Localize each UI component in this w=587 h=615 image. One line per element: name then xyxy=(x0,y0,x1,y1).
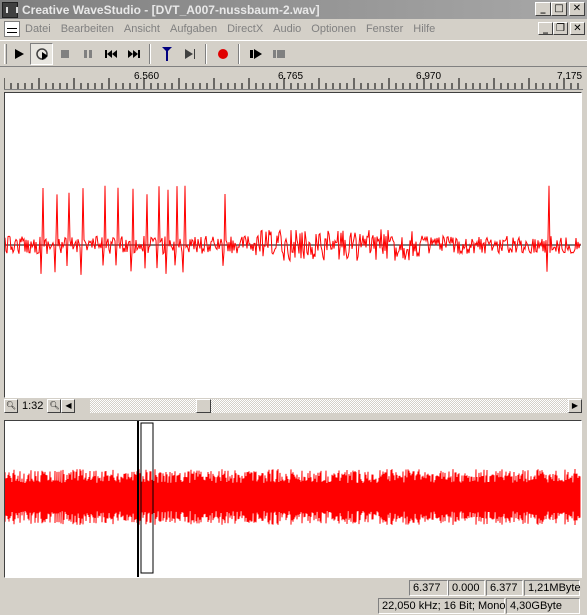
arrow-right-icon: ▶ xyxy=(571,401,579,410)
menu-audio[interactable]: Audio xyxy=(268,23,306,35)
minimize-icon: _ xyxy=(543,22,548,34)
app-icon[interactable] xyxy=(2,1,18,18)
ruler-label: 6.970 xyxy=(416,71,442,82)
maximize-icon: □ xyxy=(554,3,564,14)
status-disk-free: 4,30GByte xyxy=(506,598,580,614)
stop-button[interactable] xyxy=(53,43,76,65)
skip-forward-button[interactable] xyxy=(122,43,145,65)
transport-toolbar xyxy=(0,40,587,67)
close-icon: ✕ xyxy=(573,22,582,34)
stop-selection-button[interactable] xyxy=(267,43,290,65)
waveform-main xyxy=(4,185,581,275)
title-bar[interactable]: Creative WaveStudio - [DVT_A007-nussbaum… xyxy=(0,0,587,19)
menu-directx[interactable]: DirectX xyxy=(222,23,268,35)
minimize-icon: _ xyxy=(540,3,546,14)
magnifier-icon: 🔍︎ xyxy=(5,401,17,410)
menu-bearbeiten[interactable]: Bearbeiten xyxy=(56,23,119,35)
overview-trace xyxy=(4,468,581,526)
stop-selection-icon xyxy=(272,49,285,58)
loop-play-button[interactable] xyxy=(30,42,53,65)
status-position: 6.377 xyxy=(409,580,448,596)
ruler-label: 6.560 xyxy=(134,71,160,82)
pause-button[interactable] xyxy=(76,43,99,65)
scroll-right-button[interactable]: ▶ xyxy=(568,399,582,413)
toolbar-separator xyxy=(205,43,207,64)
menu-hilfe[interactable]: Hilfe xyxy=(408,23,440,35)
stop-icon xyxy=(60,49,69,58)
restore-icon: ❐ xyxy=(556,22,565,34)
menu-ansicht[interactable]: Ansicht xyxy=(119,23,165,35)
record-icon xyxy=(217,48,228,59)
skip-forward-icon xyxy=(127,49,140,58)
menu-datei[interactable]: Datei xyxy=(20,23,56,35)
play-icon xyxy=(14,48,24,59)
waveform-main-view[interactable] xyxy=(4,92,582,398)
marker-button[interactable] xyxy=(155,43,178,65)
play-selection-button[interactable] xyxy=(244,43,267,65)
skip-back-button[interactable] xyxy=(99,43,122,65)
menu-bar: Datei Bearbeiten Ansicht Aufgaben Direct… xyxy=(0,19,587,38)
zoom-in-button[interactable]: 🔍︎ xyxy=(47,399,62,413)
zoom-level: 1:32 xyxy=(22,400,44,412)
loop-play-icon xyxy=(35,47,48,60)
play-to-marker-button[interactable] xyxy=(178,43,201,65)
menu-optionen[interactable]: Optionen xyxy=(306,23,361,35)
play-to-marker-icon xyxy=(184,48,195,59)
waveform-overview-plot xyxy=(4,421,581,577)
zoom-out-button[interactable]: 🔍︎ xyxy=(4,399,18,413)
minimize-button[interactable]: _ xyxy=(535,2,551,16)
waveform-overview[interactable] xyxy=(4,420,582,578)
marker-icon xyxy=(161,46,172,61)
record-button[interactable] xyxy=(211,43,234,65)
document-icon[interactable] xyxy=(4,20,20,37)
scroll-left-button[interactable]: ◀ xyxy=(61,399,76,413)
skip-back-icon xyxy=(104,49,117,58)
scroll-track[interactable] xyxy=(90,399,568,413)
horizontal-scrollbar: 🔍︎ 1:32 🔍︎ ◀ ▶ xyxy=(4,398,582,414)
toolbar-separator xyxy=(238,43,240,64)
scroll-thumb[interactable] xyxy=(196,399,211,413)
ruler-label: 6.765 xyxy=(278,71,304,82)
doc-close-button[interactable]: ✕ xyxy=(570,22,585,35)
pause-icon xyxy=(83,49,92,58)
close-icon: ✕ xyxy=(572,3,582,14)
doc-restore-button[interactable]: ❐ xyxy=(553,22,568,35)
menu-aufgaben[interactable]: Aufgaben xyxy=(165,23,222,35)
status-format: 22,050 kHz; 16 Bit; Mono xyxy=(378,598,506,614)
arrow-left-icon: ◀ xyxy=(65,401,72,410)
waveform-trace xyxy=(4,185,581,275)
status-bar: 6.377 0.000 6.377 1,21MByte 22,050 kHz; … xyxy=(0,579,587,615)
time-ruler[interactable]: 6.560 6.765 6.970 7.175 xyxy=(4,70,583,90)
toolbar-separator xyxy=(149,43,151,64)
status-file-size: 1,21MByte xyxy=(524,580,581,596)
doc-minimize-button[interactable]: _ xyxy=(538,22,553,35)
status-selection-end: 6.377 xyxy=(486,580,523,596)
close-button[interactable]: ✕ xyxy=(569,2,585,16)
ruler-label: 7.175 xyxy=(557,71,583,82)
play-button[interactable] xyxy=(7,43,30,65)
menu-fenster[interactable]: Fenster xyxy=(361,23,408,35)
status-selection-start: 0.000 xyxy=(448,580,485,596)
play-selection-icon xyxy=(249,48,262,59)
maximize-button[interactable]: □ xyxy=(551,2,567,16)
magnifier-icon: 🔍︎ xyxy=(49,401,60,410)
window-title: Creative WaveStudio - [DVT_A007-nussbaum… xyxy=(22,2,320,17)
